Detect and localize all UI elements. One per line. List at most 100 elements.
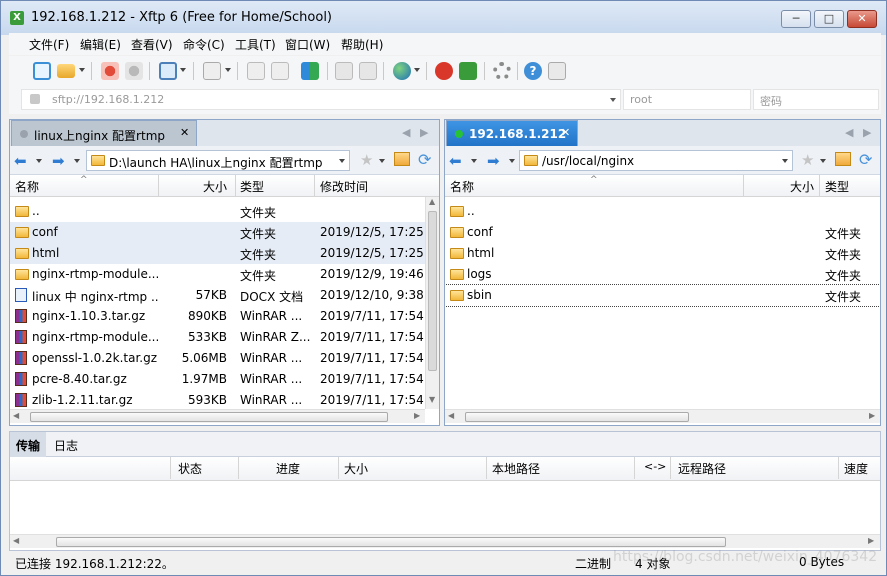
tab-scroll-left-icon[interactable]: ◀ <box>402 126 410 139</box>
back-dropdown-arrow[interactable] <box>36 159 42 163</box>
local-path-input[interactable]: D:\launch HA\linux上nginx 配置rtmp <box>86 150 350 171</box>
scroll-thumb[interactable] <box>30 412 388 422</box>
scroll-thumb[interactable] <box>465 412 689 422</box>
col-direction[interactable]: <-> <box>644 460 666 473</box>
bookmark-dropdown-arrow[interactable] <box>379 159 385 163</box>
tab-local[interactable]: linux上nginx 配置rtmp ✕ <box>11 120 197 146</box>
file-row[interactable]: html 文件夹 <box>445 243 880 264</box>
col-speed[interactable]: 速度 <box>844 460 868 477</box>
file-row[interactable]: .. <box>445 201 880 222</box>
column-divider[interactable] <box>486 457 487 479</box>
local-vertical-scrollbar[interactable]: ▲ ▼ <box>425 197 439 409</box>
scroll-left-icon[interactable]: ◀ <box>448 411 454 420</box>
forward-icon[interactable]: ➡ <box>52 152 65 170</box>
file-row[interactable]: nginx-rtmp-module... 文件夹 2019/12/9, 19:46 <box>10 264 425 285</box>
column-divider[interactable] <box>238 457 239 479</box>
file-row[interactable]: conf 文件夹 2019/12/5, 17:25 <box>10 222 425 243</box>
open-dropdown-arrow[interactable] <box>79 68 85 72</box>
refresh-icon[interactable]: ⟳ <box>859 150 872 169</box>
scroll-down-icon[interactable]: ▼ <box>429 395 435 404</box>
bookmark-icon[interactable]: ★ <box>801 151 814 169</box>
paste-icon[interactable] <box>359 62 377 80</box>
forward-dropdown-arrow[interactable] <box>509 159 515 163</box>
window-dropdown-arrow[interactable] <box>180 68 186 72</box>
col-type[interactable]: 类型 <box>240 178 264 195</box>
xftp-icon[interactable] <box>459 62 477 80</box>
column-divider[interactable] <box>838 457 839 479</box>
scroll-left-icon[interactable]: ◀ <box>13 536 19 545</box>
tab-scroll-left-icon[interactable]: ◀ <box>845 126 853 139</box>
path-dropdown-arrow[interactable] <box>782 159 788 163</box>
menu-command[interactable]: 命令(C) <box>183 36 225 53</box>
refresh-icon[interactable]: ⟳ <box>418 150 431 169</box>
forward-icon[interactable]: ➡ <box>487 152 500 170</box>
home-icon[interactable] <box>394 152 410 166</box>
scroll-up-icon[interactable]: ▲ <box>429 197 435 206</box>
upload-icon[interactable] <box>247 62 265 80</box>
col-remote-path[interactable]: 远程路径 <box>678 460 726 477</box>
download-icon[interactable] <box>271 62 289 80</box>
transfer-horizontal-scrollbar[interactable]: ◀ ▶ <box>10 534 880 548</box>
open-folder-icon[interactable] <box>57 64 75 78</box>
back-icon[interactable]: ⬅ <box>449 152 462 170</box>
scroll-right-icon[interactable]: ▶ <box>868 536 874 545</box>
close-button[interactable]: ✕ <box>847 10 877 28</box>
column-divider[interactable] <box>819 175 820 197</box>
help-icon[interactable]: ? <box>524 62 542 80</box>
globe-icon[interactable] <box>393 62 411 80</box>
menu-tools[interactable]: 工具(T) <box>235 36 276 53</box>
back-dropdown-arrow[interactable] <box>471 159 477 163</box>
file-row[interactable]: nginx-rtmp-module... 533KB WinRAR Z... 2019… <box>10 327 425 348</box>
back-icon[interactable]: ⬅ <box>14 152 27 170</box>
col-name[interactable]: 名称 <box>450 178 474 195</box>
local-horizontal-scrollbar[interactable]: ◀ ▶ <box>10 409 425 423</box>
scroll-right-icon[interactable]: ▶ <box>869 411 875 420</box>
menu-file[interactable]: 文件(F) <box>29 36 69 53</box>
remote-path-input[interactable]: /usr/local/nginx <box>519 150 793 171</box>
col-size[interactable]: 大小 <box>203 178 227 195</box>
col-status[interactable]: 状态 <box>178 460 202 477</box>
username-input[interactable]: root <box>623 89 751 110</box>
tab-log[interactable]: 日志 <box>48 432 84 457</box>
column-divider[interactable] <box>170 457 171 479</box>
tab-transfer[interactable]: 传输 <box>10 432 47 457</box>
xshell-icon[interactable] <box>435 62 453 80</box>
column-divider[interactable] <box>338 457 339 479</box>
col-name[interactable]: 名称 <box>15 178 39 195</box>
scroll-thumb[interactable] <box>56 537 726 547</box>
column-divider[interactable] <box>743 175 744 197</box>
menu-help[interactable]: 帮助(H) <box>341 36 383 53</box>
scroll-right-icon[interactable]: ▶ <box>414 411 420 420</box>
globe-dropdown-arrow[interactable] <box>414 68 420 72</box>
maximize-button[interactable]: □ <box>814 10 844 28</box>
scroll-left-icon[interactable]: ◀ <box>13 411 19 420</box>
log-dropdown-arrow[interactable] <box>225 68 231 72</box>
tab-close-icon[interactable]: ✕ <box>180 126 189 139</box>
bookmark-dropdown-arrow[interactable] <box>820 159 826 163</box>
file-row[interactable]: .. 文件夹 <box>10 201 425 222</box>
home-icon[interactable] <box>835 152 851 166</box>
column-divider[interactable] <box>235 175 236 197</box>
menu-edit[interactable]: 编辑(E) <box>80 36 121 53</box>
file-row[interactable]: html 文件夹 2019/12/5, 17:25 <box>10 243 425 264</box>
file-row[interactable]: nginx-1.10.3.tar.gz 890KB WinRAR ... 2019/7… <box>10 306 425 327</box>
col-size[interactable]: 大小 <box>344 460 368 477</box>
new-window-icon[interactable] <box>159 62 177 80</box>
chat-icon[interactable] <box>548 62 566 80</box>
new-session-icon[interactable] <box>33 62 51 80</box>
path-dropdown-arrow[interactable] <box>339 159 345 163</box>
file-row[interactable]: pcre-8.40.tar.gz 1.97MB WinRAR ... 2019/7/1… <box>10 369 425 390</box>
tab-remote[interactable]: 192.168.1.212 ✕ <box>446 120 578 146</box>
password-input[interactable]: 密码 <box>753 89 879 110</box>
file-row[interactable]: logs 文件夹 <box>445 264 880 285</box>
col-size[interactable]: 大小 <box>790 178 814 195</box>
remote-horizontal-scrollbar[interactable]: ◀ ▶ <box>445 409 880 423</box>
title-bar[interactable]: X 192.168.1.212 - Xftp 6 (Free for Home/… <box>1 1 886 35</box>
bookmark-icon[interactable]: ★ <box>360 151 373 169</box>
tab-scroll-right-icon[interactable]: ▶ <box>420 126 428 139</box>
menu-view[interactable]: 查看(V) <box>131 36 173 53</box>
reconnect-icon[interactable] <box>125 62 143 80</box>
disconnect-icon[interactable] <box>101 62 119 80</box>
file-row[interactable]: linux 中 nginx-rtmp ... 57KB DOCX 文档 2019/12… <box>10 285 425 306</box>
copy-icon[interactable] <box>335 62 353 80</box>
